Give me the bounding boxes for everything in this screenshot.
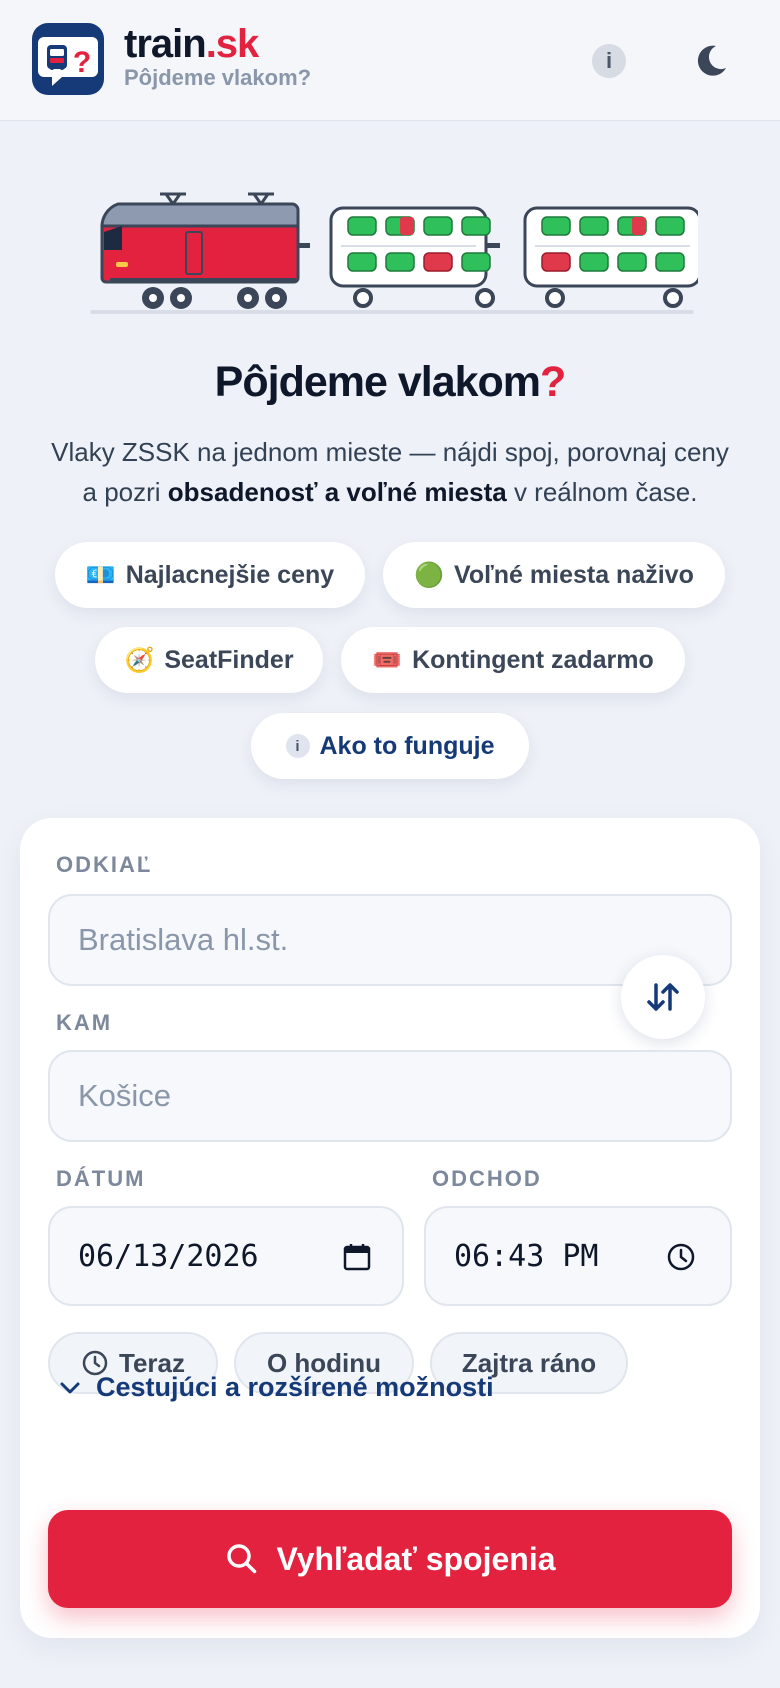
calendar-icon[interactable] (342, 1242, 372, 1272)
how-it-works-button[interactable]: i Ako to funguje (251, 713, 529, 779)
info-icon: i (285, 734, 310, 758)
to-placeholder: Košice (78, 1078, 172, 1113)
brand-main: train (124, 22, 207, 66)
brand-subtitle: Pôjdeme vlakom? (124, 65, 312, 90)
to-input[interactable]: Košice (48, 1050, 732, 1142)
date-value: 06/13/2026 (78, 1238, 259, 1274)
ticket-icon: 🎟️ (372, 646, 403, 674)
date-label: DÁTUM (56, 1166, 146, 1191)
from-placeholder: Bratislava hl.st. (78, 922, 289, 957)
feature-seatfinder-label: SeatFinder (164, 645, 294, 674)
hero-desc-line2: a pozri obsadenosť a voľné miesta v reál… (20, 472, 760, 512)
train-illustration (88, 186, 702, 316)
hero-desc-post: v reálnom čase. (506, 477, 698, 507)
time-value: 06:43 PM (454, 1238, 599, 1274)
green-circle-icon: 🟢 (414, 561, 445, 589)
departure-label: ODCHOD (432, 1166, 542, 1191)
swap-stations-button[interactable] (621, 955, 705, 1039)
search-connections-button[interactable]: Vyhľadať spojenia (48, 1510, 732, 1608)
advanced-options-label: Cestujúci a rozšírené možnosti (96, 1372, 494, 1402)
date-input[interactable]: 06/13/2026 (48, 1206, 404, 1306)
feature-free-seats[interactable]: 🟢 Voľné miesta naživo (383, 542, 725, 608)
search-button-label: Vyhľadať spojenia (276, 1540, 556, 1577)
to-label: KAM (56, 1010, 113, 1035)
advanced-options-toggle[interactable]: Cestujúci a rozšírené možnosti (58, 1372, 494, 1403)
search-card: ODKIAĽ Bratislava hl.st. KAM Košice DÁTU… (20, 818, 760, 1638)
svg-text:?: ? (73, 46, 91, 79)
search-icon (226, 1544, 256, 1574)
euro-banknote-icon: 💶 (85, 561, 116, 589)
how-it-works-label: Ako to funguje (319, 731, 495, 760)
hero-title-text: Pôjdeme vlakom (214, 358, 541, 406)
feature-free-quota[interactable]: 🎟️ Kontingent zadarmo (341, 627, 685, 693)
feature-free-seats-label: Voľné miesta naživo (454, 560, 694, 589)
brand-accent: .sk (205, 22, 260, 66)
brand: train.sk Pôjdeme vlakom? (124, 22, 311, 90)
moon-icon[interactable] (690, 40, 730, 80)
from-label: ODKIAĽ (56, 852, 153, 877)
train-question-icon[interactable]: ? (32, 23, 104, 95)
feature-quota-label: Kontingent zadarmo (412, 645, 654, 674)
feature-cheapest-label: Najlacnejšie ceny (125, 560, 335, 589)
feature-cheapest-prices[interactable]: 💶 Najlacnejšie ceny (55, 542, 365, 608)
app-header: ? train.sk Pôjdeme vlakom? i (0, 0, 780, 121)
feature-seatfinder[interactable]: 🧭 SeatFinder (95, 627, 323, 693)
swap-arrows-icon (647, 983, 679, 1011)
clock-icon[interactable] (666, 1242, 696, 1272)
info-button[interactable]: i (592, 44, 626, 78)
compass-icon: 🧭 (124, 646, 155, 674)
chevron-down-icon (60, 1382, 80, 1393)
hero-desc-bold: obsadenosť a voľné miesta (167, 477, 507, 507)
hero-desc-pre: a pozri (82, 477, 168, 507)
hero-description: Vlaky ZSSK na jednom mieste — nájdi spoj… (20, 432, 760, 512)
hero-title-mark: ? (540, 358, 566, 406)
brand-name: train.sk (124, 22, 311, 66)
departure-time-input[interactable]: 06:43 PM (424, 1206, 732, 1306)
hero-title: Pôjdeme vlakom? (0, 358, 780, 407)
hero-desc-line1: Vlaky ZSSK na jednom mieste — nájdi spoj… (51, 437, 729, 467)
